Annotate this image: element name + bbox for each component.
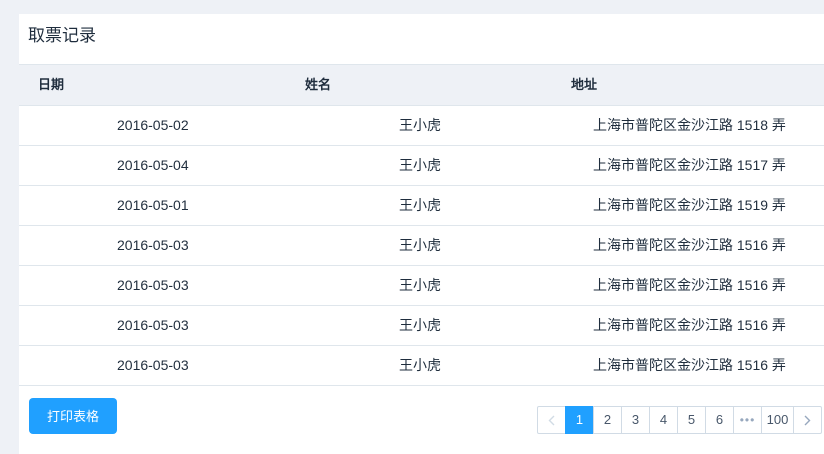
cell-name: 王小虎 (399, 277, 441, 293)
pagination: 1 2 3 4 5 6 ••• 100 (537, 406, 822, 434)
table-row[interactable]: 2016-05-03 王小虎 上海市普陀区金沙江路 1516 弄 (19, 226, 824, 266)
table-row[interactable]: 2016-05-02 王小虎 上海市普陀区金沙江路 1518 弄 (19, 106, 824, 146)
cell-address: 上海市普陀区金沙江路 1516 弄 (593, 357, 786, 373)
cell-address: 上海市普陀区金沙江路 1516 弄 (593, 277, 786, 293)
column-header-date[interactable]: 日期 (38, 65, 64, 105)
cell-name: 王小虎 (399, 197, 441, 213)
cell-name: 王小虎 (399, 157, 441, 173)
table-row[interactable]: 2016-05-03 王小虎 上海市普陀区金沙江路 1516 弄 (19, 346, 824, 386)
panel-title: 取票记录 (28, 26, 96, 45)
cell-address: 上海市普陀区金沙江路 1517 弄 (593, 157, 786, 173)
column-header-address[interactable]: 地址 (571, 65, 597, 105)
print-table-button[interactable]: 打印表格 (29, 398, 117, 434)
chevron-left-icon (548, 415, 555, 426)
records-table: 日期 姓名 地址 2016-05-02 王小虎 上海市普陀区金沙江路 1518 … (19, 64, 824, 386)
chevron-right-icon (804, 415, 811, 426)
page-1-button[interactable]: 1 (565, 406, 594, 434)
table-row[interactable]: 2016-05-03 王小虎 上海市普陀区金沙江路 1516 弄 (19, 306, 824, 346)
more-pages-button[interactable]: ••• (733, 406, 762, 434)
cell-address: 上海市普陀区金沙江路 1519 弄 (593, 197, 786, 213)
column-header-name[interactable]: 姓名 (305, 65, 331, 105)
page-3-button[interactable]: 3 (621, 406, 650, 434)
cell-name: 王小虎 (399, 117, 441, 133)
cell-address: 上海市普陀区金沙江路 1518 弄 (593, 117, 786, 133)
cell-date: 2016-05-03 (117, 357, 189, 373)
prev-page-button[interactable] (537, 406, 566, 434)
table-header: 日期 姓名 地址 (19, 65, 824, 106)
cell-name: 王小虎 (399, 357, 441, 373)
cell-address: 上海市普陀区金沙江路 1516 弄 (593, 237, 786, 253)
table-row[interactable]: 2016-05-04 王小虎 上海市普陀区金沙江路 1517 弄 (19, 146, 824, 186)
table-row[interactable]: 2016-05-03 王小虎 上海市普陀区金沙江路 1516 弄 (19, 266, 824, 306)
cell-date: 2016-05-03 (117, 237, 189, 253)
cell-name: 王小虎 (399, 237, 441, 253)
cell-address: 上海市普陀区金沙江路 1516 弄 (593, 317, 786, 333)
cell-date: 2016-05-03 (117, 277, 189, 293)
page-4-button[interactable]: 4 (649, 406, 678, 434)
cell-name: 王小虎 (399, 317, 441, 333)
cell-date: 2016-05-02 (117, 117, 189, 133)
page-100-button[interactable]: 100 (761, 406, 794, 434)
page-2-button[interactable]: 2 (593, 406, 622, 434)
ticket-records-panel: 取票记录 日期 姓名 地址 2016-05-02 王小虎 上海市普陀区金沙江路 … (19, 14, 824, 454)
cell-date: 2016-05-03 (117, 317, 189, 333)
page-5-button[interactable]: 5 (677, 406, 706, 434)
page-6-button[interactable]: 6 (705, 406, 734, 434)
table-row[interactable]: 2016-05-01 王小虎 上海市普陀区金沙江路 1519 弄 (19, 186, 824, 226)
next-page-button[interactable] (793, 406, 822, 434)
cell-date: 2016-05-04 (117, 157, 189, 173)
cell-date: 2016-05-01 (117, 197, 189, 213)
